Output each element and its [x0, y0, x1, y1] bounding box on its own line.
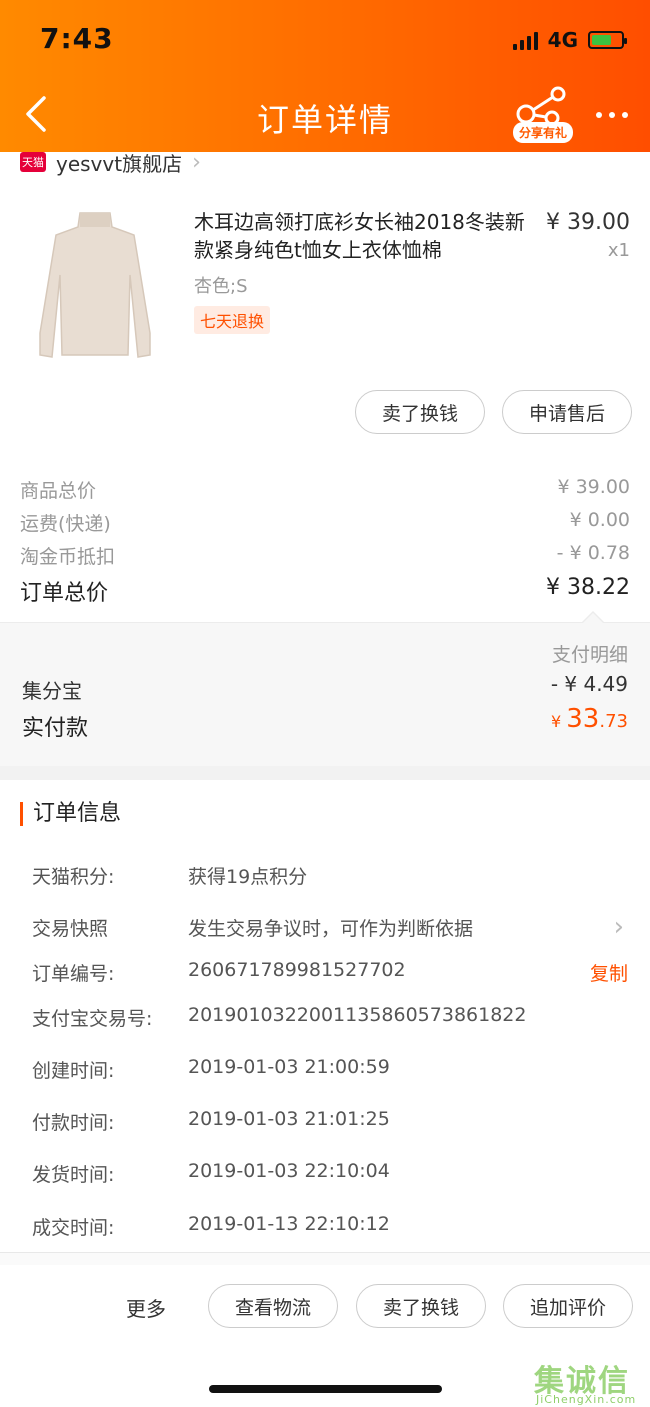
sell-button[interactable]: 卖了换钱	[355, 390, 485, 434]
info-label: 订单编号:	[32, 963, 115, 985]
watermark-url: JiChengXin.com	[536, 1393, 637, 1406]
copy-button[interactable]: 复制	[590, 959, 628, 986]
add-review-button[interactable]: 追加评价	[503, 1284, 633, 1328]
status-time: 7:43	[40, 22, 114, 55]
order-total-value: ¥ 38.22	[546, 575, 630, 600]
payment-detail-label: 支付明细	[551, 644, 628, 666]
summary-label: 运费(快递)	[20, 513, 111, 535]
network-label: 4G	[547, 28, 578, 52]
chevron-right-icon[interactable]: ›	[614, 912, 624, 942]
product-spec: 杏色;S	[194, 276, 248, 297]
share-badge[interactable]: 分享有礼	[513, 122, 574, 143]
info-value: 2019-01-03 21:01:25	[188, 1108, 390, 1130]
product-image[interactable]	[30, 205, 160, 365]
product-title[interactable]: 木耳边高领打底衫女长袖2018冬装新款紧身纯色t恤女上衣体恤棉	[194, 208, 534, 264]
info-value: 2019-01-03 21:00:59	[188, 1056, 390, 1078]
order-info-title: 订单信息	[20, 802, 121, 826]
info-label: 天猫积分:	[32, 866, 115, 888]
chevron-right-icon: ›	[192, 149, 201, 175]
store-name: yesvvt旗舰店	[56, 151, 183, 176]
product-quantity: x1	[607, 240, 630, 261]
summary-row: 运费(快递) ¥ 0.00	[20, 509, 630, 536]
more-link[interactable]: 更多	[126, 1293, 166, 1322]
section-divider	[0, 766, 650, 780]
more-icon[interactable]	[594, 105, 630, 125]
order-total-row: 订单总价 ¥ 38.22	[20, 575, 630, 607]
summary-label: 淘金币抵扣	[20, 546, 116, 568]
info-label: 支付宝交易号:	[32, 1008, 153, 1030]
tmall-logo-icon: 天猫	[20, 152, 46, 172]
summary-row: 淘金币抵扣 - ¥ 0.78	[20, 542, 630, 569]
store-row[interactable]: 天猫 yesvvt旗舰店 ›	[20, 149, 201, 176]
summary-label: 商品总价	[20, 480, 97, 502]
summary-value: ¥ 0.00	[569, 509, 630, 531]
return-policy-badge: 七天退换	[194, 306, 271, 334]
jifenbao-label: 集分宝	[22, 679, 82, 703]
info-value: 2019-01-13 22:10:12	[188, 1213, 390, 1235]
summary-value: ¥ 39.00	[557, 476, 630, 498]
jifenbao-value: - ¥ 4.49	[550, 672, 628, 696]
product-price: ¥ 39.00	[546, 210, 630, 235]
info-label: 发货时间:	[32, 1164, 115, 1186]
actual-paid-label: 实付款	[22, 716, 89, 741]
battery-icon	[588, 31, 627, 49]
bottom-divider	[0, 1252, 650, 1265]
sell-button[interactable]: 卖了换钱	[356, 1284, 486, 1328]
info-label: 付款时间:	[32, 1112, 115, 1134]
info-value: 获得19点积分	[188, 866, 308, 888]
info-value: 2019-01-03 22:10:04	[188, 1160, 390, 1182]
signal-icon	[512, 30, 538, 50]
snapshot-value[interactable]: 发生交易争议时，可作为判断依据	[188, 914, 473, 941]
info-label: 创建时间:	[32, 1060, 115, 1082]
snapshot-label[interactable]: 交易快照	[32, 914, 108, 941]
order-number-value: 260671789981527702	[188, 959, 406, 981]
home-indicator[interactable]	[209, 1385, 442, 1393]
actual-paid-value: ¥ 33.73	[550, 704, 628, 734]
order-total-label: 订单总价	[20, 581, 109, 606]
info-value: 2019010322001135860573861822	[188, 1004, 527, 1026]
summary-row: 商品总价 ¥ 39.00	[20, 476, 630, 503]
status-indicators: 4G	[512, 28, 627, 52]
after-sale-button[interactable]: 申请售后	[502, 390, 632, 434]
summary-value: - ¥ 0.78	[556, 542, 630, 564]
view-logistics-button[interactable]: 查看物流	[208, 1284, 338, 1328]
info-label: 成交时间:	[32, 1217, 115, 1239]
